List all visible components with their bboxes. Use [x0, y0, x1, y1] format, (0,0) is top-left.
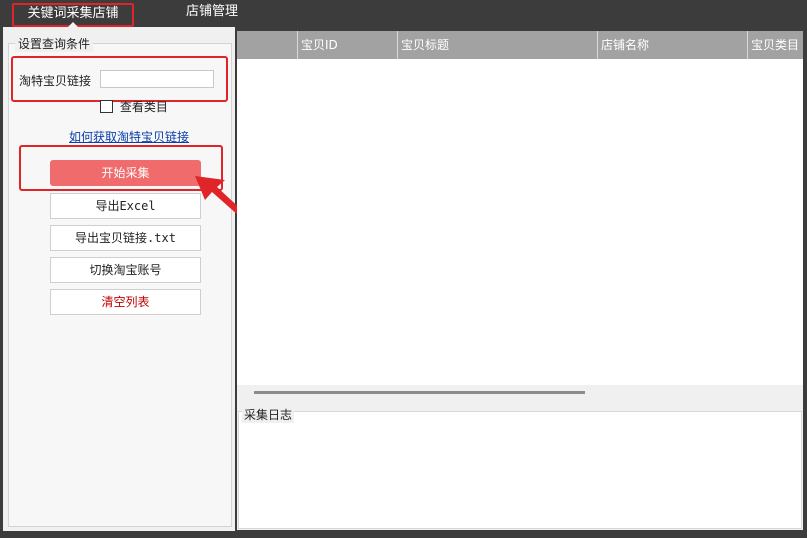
log-title: 采集日志	[242, 406, 295, 423]
export-links-button[interactable]: 导出宝贝链接.txt	[50, 225, 201, 251]
export-excel-button[interactable]: 导出Excel	[50, 193, 201, 219]
top-tab-bar: 关键词采集店铺 店铺管理	[0, 0, 807, 28]
column-header-shop-name[interactable]: 店铺名称	[597, 31, 747, 59]
view-category-checkbox[interactable]	[100, 100, 113, 113]
column-header-item-title[interactable]: 宝贝标题	[397, 31, 597, 59]
table-header: 宝贝ID 宝贝标题 店铺名称 宝贝类目	[237, 31, 803, 59]
tab-keyword-collect-shops[interactable]: 关键词采集店铺	[12, 3, 134, 28]
column-header-item-id[interactable]: 宝贝ID	[297, 31, 397, 59]
help-link[interactable]: 如何获取淘特宝贝链接	[69, 128, 189, 145]
tab-shop-management[interactable]: 店铺管理	[186, 3, 238, 23]
scrollbar-thumb[interactable]	[254, 391, 585, 394]
clear-list-button[interactable]: 清空列表	[50, 289, 201, 315]
taote-link-input[interactable]	[100, 70, 214, 88]
group-title: 设置查询条件	[15, 35, 94, 52]
collect-log-panel: 采集日志	[237, 401, 803, 530]
start-collect-button[interactable]: 开始采集	[50, 160, 201, 186]
results-table[interactable]: 宝贝ID 宝贝标题 店铺名称 宝贝类目	[237, 31, 803, 385]
tab-label: 关键词采集店铺	[27, 6, 119, 21]
view-category-checkbox-row[interactable]: 查看类目	[100, 98, 168, 115]
left-panel: 设置查询条件 淘特宝贝链接 查看类目 如何获取淘特宝贝链接 开始采集 导出Exc…	[3, 27, 235, 531]
column-header-item-category[interactable]: 宝贝类目	[747, 31, 803, 59]
table-horizontal-scrollbar[interactable]	[237, 385, 803, 401]
tab-label: 店铺管理	[186, 4, 239, 19]
link-label: 淘特宝贝链接	[19, 74, 92, 88]
switch-account-button[interactable]: 切换淘宝账号	[50, 257, 201, 283]
query-conditions-group	[8, 43, 232, 527]
view-category-label[interactable]: 查看类目	[120, 100, 168, 114]
collect-log-box[interactable]	[238, 411, 802, 529]
column-header-index[interactable]	[237, 31, 297, 59]
